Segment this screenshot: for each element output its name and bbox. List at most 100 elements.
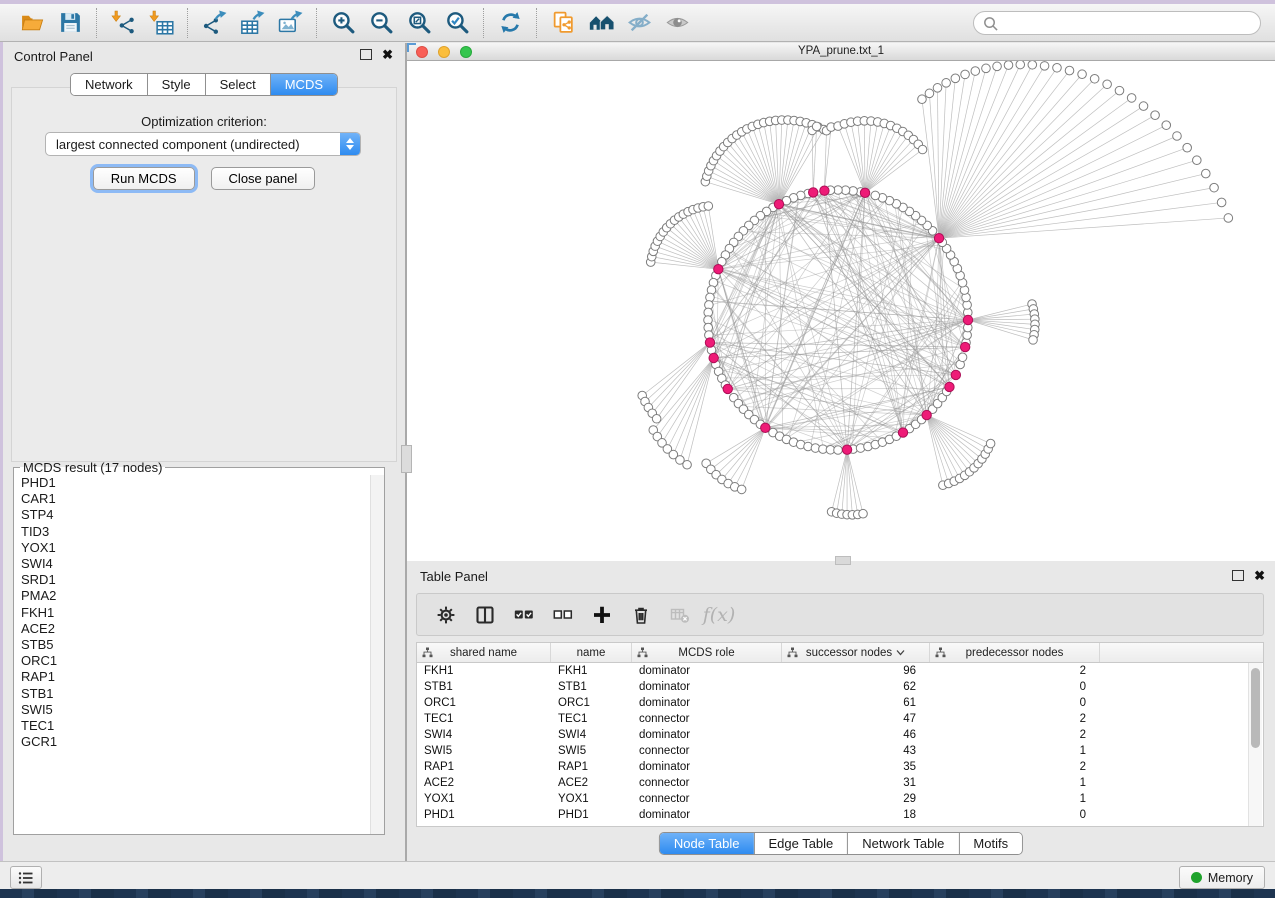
column-header-shared-name[interactable]: shared name (417, 643, 551, 662)
zoom-out-icon[interactable] (366, 8, 396, 38)
graph-node[interactable] (737, 485, 746, 494)
graph-mcds-node[interactable] (820, 186, 829, 195)
graph-node[interactable] (1040, 62, 1049, 71)
mcds-result-item[interactable]: SWI5 (14, 702, 384, 718)
graph-node[interactable] (1151, 111, 1160, 120)
tab-node-table[interactable]: Node Table (660, 833, 754, 854)
clear-all-checkboxes-icon[interactable] (551, 603, 575, 627)
table-row-PHD1[interactable]: PHD1PHD1dominator180 (417, 807, 1263, 823)
mcds-result-item[interactable]: TID3 (14, 524, 384, 540)
import-table-icon[interactable] (146, 8, 176, 38)
graph-node[interactable] (1028, 61, 1037, 69)
graph-node[interactable] (1173, 132, 1182, 141)
table-scrollbar-thumb[interactable] (1251, 668, 1260, 748)
save-session-icon[interactable] (55, 8, 85, 38)
graph-node[interactable] (958, 353, 967, 362)
graph-node[interactable] (925, 89, 934, 98)
graph-node[interactable] (971, 67, 980, 76)
run-mcds-button[interactable]: Run MCDS (93, 167, 195, 190)
tab-motifs[interactable]: Motifs (958, 833, 1022, 854)
add-column-icon[interactable] (590, 603, 614, 627)
graph-node[interactable] (1029, 336, 1038, 345)
select-all-checkboxes-icon[interactable] (512, 603, 536, 627)
graph-node[interactable] (812, 122, 821, 131)
column-header-MCDS-role[interactable]: MCDS role (632, 643, 782, 662)
graph-mcds-node[interactable] (709, 353, 718, 362)
search-box[interactable] (973, 11, 1261, 35)
table-row-SWI4[interactable]: SWI4SWI4dominator462 (417, 727, 1263, 743)
graph-mcds-node[interactable] (963, 315, 972, 324)
mcds-list-scrollbar[interactable] (370, 475, 384, 834)
graph-node[interactable] (859, 509, 868, 518)
graph-node[interactable] (1210, 183, 1219, 192)
zoom-fit-icon[interactable] (404, 8, 434, 38)
mcds-result-item[interactable]: YOX1 (14, 540, 384, 556)
column-header-predecessor-nodes[interactable]: predecessor nodes (930, 643, 1100, 662)
graph-mcds-node[interactable] (808, 188, 817, 197)
graph-node[interactable] (1078, 70, 1087, 79)
graph-mcds-node[interactable] (945, 382, 954, 391)
vertical-splitter-handle[interactable] (401, 445, 412, 473)
export-table-icon[interactable] (237, 8, 267, 38)
column-header-name[interactable]: name (551, 643, 632, 662)
mcds-result-item[interactable]: GCR1 (14, 734, 384, 750)
mcds-result-item[interactable]: PMA2 (14, 588, 384, 604)
graph-node[interactable] (871, 191, 880, 200)
table-row-FKH1[interactable]: FKH1FKH1dominator962 (417, 663, 1263, 679)
mcds-result-item[interactable]: ACE2 (14, 621, 384, 637)
close-panel-icon[interactable]: ✖ (1254, 571, 1265, 581)
mcds-result-item[interactable]: FKH1 (14, 605, 384, 621)
status-menu-button[interactable] (10, 866, 42, 889)
graph-node[interactable] (1053, 63, 1062, 72)
graph-node[interactable] (1201, 169, 1210, 178)
graph-node[interactable] (951, 74, 960, 83)
graph-node[interactable] (961, 70, 970, 79)
table-row-STB1[interactable]: STB1STB1dominator620 (417, 679, 1263, 695)
graph-node[interactable] (1115, 86, 1124, 95)
graph-node[interactable] (704, 202, 713, 211)
export-network-icon[interactable] (199, 8, 229, 38)
copy-documents-icon[interactable] (548, 8, 578, 38)
graph-mcds-node[interactable] (922, 410, 931, 419)
graph-node[interactable] (1162, 121, 1171, 130)
close-panel-icon[interactable]: ✖ (382, 50, 393, 60)
table-row-RAP1[interactable]: RAP1RAP1dominator352 (417, 759, 1263, 775)
optimization-criterion-select[interactable]: largest connected component (undirected) (45, 132, 361, 156)
window-minimize-icon[interactable] (438, 46, 450, 58)
graph-node[interactable] (1103, 80, 1112, 89)
table-scrollbar[interactable] (1248, 663, 1262, 826)
delete-column-icon[interactable] (629, 603, 653, 627)
mcds-result-item[interactable]: STP4 (14, 507, 384, 523)
graph-node[interactable] (1224, 214, 1233, 223)
graph-mcds-node[interactable] (960, 342, 969, 351)
tab-select[interactable]: Select (205, 74, 270, 95)
tab-style[interactable]: Style (147, 74, 205, 95)
column-header-successor-nodes[interactable]: successor nodes (782, 643, 930, 662)
mcds-result-item[interactable]: RAP1 (14, 669, 384, 685)
graph-node[interactable] (1127, 94, 1136, 103)
graph-node[interactable] (1217, 198, 1226, 207)
graph-mcds-node[interactable] (934, 233, 943, 242)
houses-icon[interactable] (586, 8, 616, 38)
graph-node[interactable] (918, 95, 927, 104)
graph-node[interactable] (982, 64, 991, 73)
close-panel-button[interactable]: Close panel (211, 167, 316, 190)
graph-node[interactable] (993, 62, 1002, 71)
eye-icon[interactable] (662, 8, 692, 38)
mcds-result-item[interactable]: ORC1 (14, 653, 384, 669)
graph-node[interactable] (1090, 74, 1099, 83)
horizontal-splitter-handle[interactable] (835, 556, 851, 565)
open-session-icon[interactable] (17, 8, 47, 38)
graph-node[interactable] (834, 446, 843, 455)
window-close-icon[interactable] (416, 46, 428, 58)
table-row-YOX1[interactable]: YOX1YOX1connector291 (417, 791, 1263, 807)
graph-node[interactable] (1193, 156, 1202, 165)
graph-mcds-node[interactable] (723, 384, 732, 393)
settings-icon[interactable] (434, 603, 458, 627)
float-panel-icon[interactable] (1232, 570, 1244, 581)
import-network-icon[interactable] (108, 8, 138, 38)
graph-node[interactable] (933, 84, 942, 93)
graph-mcds-node[interactable] (951, 370, 960, 379)
graph-node[interactable] (986, 439, 995, 448)
zoom-selected-icon[interactable] (442, 8, 472, 38)
